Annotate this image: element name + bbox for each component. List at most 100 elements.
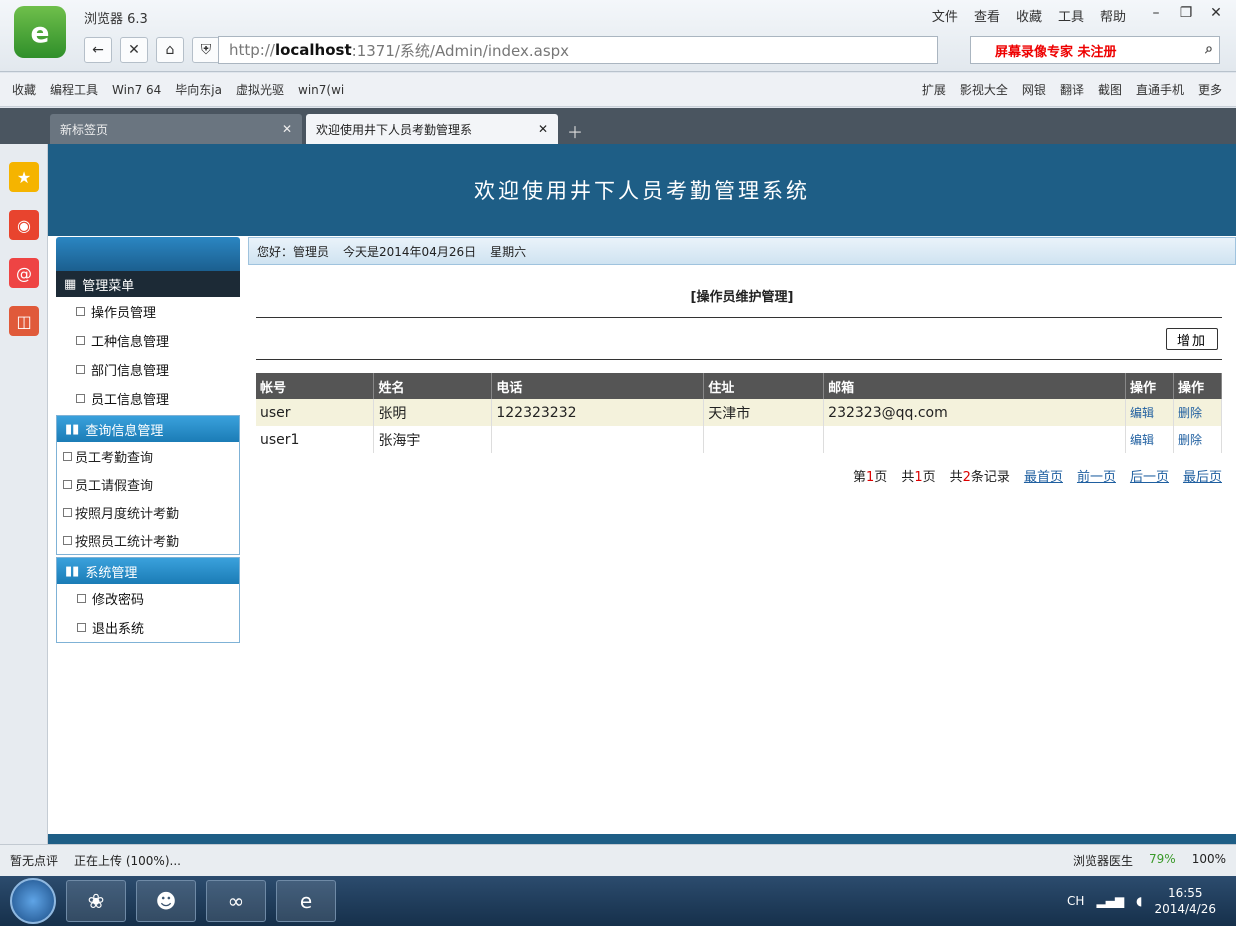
comment-status[interactable]: 暂无点评 <box>10 852 58 869</box>
pagination: 第1页 共1页 共2条记录 最首页 前一页 后一页 最后页 <box>256 466 1222 485</box>
sidebar-item-label: 员工信息管理 <box>91 393 170 408</box>
ext-extend[interactable]: 扩展 <box>922 81 946 98</box>
panel-title: [操作员维护管理] <box>690 290 794 305</box>
ext-translate[interactable]: 翻译 <box>1060 81 1084 98</box>
page-current: 第1页 <box>853 466 887 485</box>
tab-active[interactable]: 欢迎使用井下人员考勤管理系 ✕ <box>306 114 558 144</box>
square-icon <box>63 507 72 517</box>
date-text: 今天是2014年04月26日 <box>343 244 477 259</box>
prev-page-link[interactable]: 前一页 <box>1077 466 1116 485</box>
home-icon[interactable]: ⌂ <box>156 37 184 63</box>
menu-view[interactable]: 查看 <box>974 6 1000 25</box>
last-page-link[interactable]: 最后页 <box>1183 466 1222 485</box>
close-icon[interactable]: ✕ <box>1204 2 1228 24</box>
shopping-icon[interactable]: ◫ <box>9 306 39 336</box>
ext-more[interactable]: 更多 <box>1198 81 1222 98</box>
pager-text: 页 <box>874 470 888 485</box>
bookmark-favorites[interactable]: 收藏 <box>12 81 36 98</box>
ext-bank[interactable]: 网银 <box>1022 81 1046 98</box>
taskbar-app-game[interactable]: ☻ <box>136 880 196 922</box>
sidebar-item-leave-query[interactable]: 员工请假查询 <box>57 470 239 498</box>
clock[interactable]: 16:55 2014/4/26 <box>1154 885 1216 917</box>
square-icon <box>76 394 85 403</box>
address-bar[interactable]: http://localhost:1371/系统/Admin/index.asp… <box>218 36 938 64</box>
menu-file[interactable]: 文件 <box>932 6 958 25</box>
new-tab-plus-icon[interactable]: ＋ <box>562 118 588 144</box>
sidebar-item-logout[interactable]: 退出系统 <box>57 613 239 642</box>
menu-group-query-title[interactable]: ▮▮ 查询信息管理 <box>57 416 239 442</box>
stop-icon[interactable]: ✕ <box>120 37 148 63</box>
sidebar-item-operator[interactable]: 操作员管理 <box>56 297 240 326</box>
divider <box>256 359 1222 360</box>
menu-favorites[interactable]: 收藏 <box>1016 6 1042 25</box>
bookmark-dev-tools[interactable]: 编程工具 <box>50 81 98 98</box>
taskbar-app-photos[interactable]: ❀ <box>66 880 126 922</box>
taskbar-app-ide[interactable]: ∞ <box>206 880 266 922</box>
group-title-label: 系统管理 <box>85 565 138 581</box>
pager-text: 第 <box>853 470 867 485</box>
sidebar-item-attendance-query[interactable]: 员工考勤查询 <box>57 442 239 470</box>
cell-name: 张海宇 <box>373 426 493 453</box>
download-percent[interactable]: 79% <box>1149 852 1176 869</box>
search-box[interactable]: 屏幕录像专家 未注册 ⌕ <box>970 36 1220 64</box>
sidebar-item-label: 员工考勤查询 <box>75 450 154 466</box>
square-icon <box>63 535 72 545</box>
table-row: user1 张海宇 编辑 删除 <box>256 426 1223 453</box>
menu-help[interactable]: 帮助 <box>1100 6 1126 25</box>
square-icon <box>63 451 72 461</box>
address-host: localhost <box>274 41 352 59</box>
weibo-icon[interactable]: ◉ <box>9 210 39 240</box>
square-icon <box>63 479 72 489</box>
tab-close-icon[interactable]: ✕ <box>282 122 292 136</box>
page-content: 欢迎使用井下人员考勤管理系统 您好：管理员 今天是2014年04月26日 星期六… <box>48 144 1236 844</box>
address-prefix: http:// <box>229 41 275 59</box>
edit-link[interactable]: 编辑 <box>1130 433 1154 447</box>
menu-group-system: ▮▮ 系统管理 修改密码 退出系统 <box>56 557 240 643</box>
edit-link[interactable]: 编辑 <box>1130 406 1154 420</box>
delete-link[interactable]: 删除 <box>1178 406 1202 420</box>
star-icon[interactable]: ★ <box>9 162 39 192</box>
tab-new[interactable]: 新标签页 ✕ <box>50 114 302 144</box>
restore-icon[interactable]: ❐ <box>1174 2 1198 24</box>
menu-group-system-title[interactable]: ▮▮ 系统管理 <box>57 558 239 584</box>
bookmark-win7[interactable]: Win7 64 <box>112 83 161 97</box>
sidebar-item-employee[interactable]: 员工信息管理 <box>56 384 240 413</box>
menu-tools[interactable]: 工具 <box>1058 6 1084 25</box>
bookmark-java[interactable]: 毕向东ja <box>175 81 222 98</box>
ext-phone[interactable]: 直通手机 <box>1136 81 1184 98</box>
input-lang[interactable]: CH <box>1067 894 1084 908</box>
add-button[interactable]: 增加 <box>1166 328 1218 350</box>
sidebar-item-employee-stats[interactable]: 按照员工统计考勤 <box>57 526 239 554</box>
bookmark-win7wi[interactable]: win7(wi <box>298 83 344 97</box>
next-page-link[interactable]: 后一页 <box>1130 466 1169 485</box>
browser-doctor[interactable]: 浏览器医生 <box>1073 852 1133 869</box>
ext-video[interactable]: 影视大全 <box>960 81 1008 98</box>
browser-menu: 文件 查看 收藏 工具 帮助 <box>932 6 1126 25</box>
cell-account: user <box>256 399 375 426</box>
sidebar-item-department[interactable]: 部门信息管理 <box>56 355 240 384</box>
shield-icon[interactable]: ⛨ <box>192 37 220 63</box>
taskbar-app-browser[interactable]: e <box>276 880 336 922</box>
operator-table: 帐号 姓名 电话 住址 邮箱 操作 操作 user 张明 122323232 天… <box>256 373 1223 453</box>
sidebar-item-label: 修改密码 <box>92 593 145 608</box>
bookmark-virtual-drive[interactable]: 虚拟光驱 <box>236 81 284 98</box>
sidebar-item-job-type[interactable]: 工种信息管理 <box>56 326 240 355</box>
book-icon: ▮▮ <box>65 563 80 579</box>
back-arrow-icon[interactable]: ← <box>84 37 112 63</box>
sidebar-item-change-password[interactable]: 修改密码 <box>57 584 239 613</box>
search-icon[interactable]: ⌕ <box>1205 41 1213 57</box>
email-at-icon[interactable]: @ <box>9 258 39 288</box>
tab-close-icon[interactable]: ✕ <box>538 122 548 136</box>
ext-screenshot[interactable]: 截图 <box>1098 81 1122 98</box>
network-icon[interactable]: ▂▄▆ <box>1096 894 1124 908</box>
record-total: 共2条记录 <box>950 466 1010 485</box>
zoom-level[interactable]: 100% <box>1192 852 1226 869</box>
weekday-text: 星期六 <box>490 244 527 259</box>
start-button[interactable] <box>10 878 56 924</box>
sidebar-item-label: 员工请假查询 <box>75 478 154 494</box>
delete-link[interactable]: 删除 <box>1178 433 1202 447</box>
sidebar-item-monthly-stats[interactable]: 按照月度统计考勤 <box>57 498 239 526</box>
first-page-link[interactable]: 最首页 <box>1024 466 1063 485</box>
volume-icon[interactable]: ◖ <box>1136 894 1142 908</box>
minimize-icon[interactable]: – <box>1144 2 1168 24</box>
